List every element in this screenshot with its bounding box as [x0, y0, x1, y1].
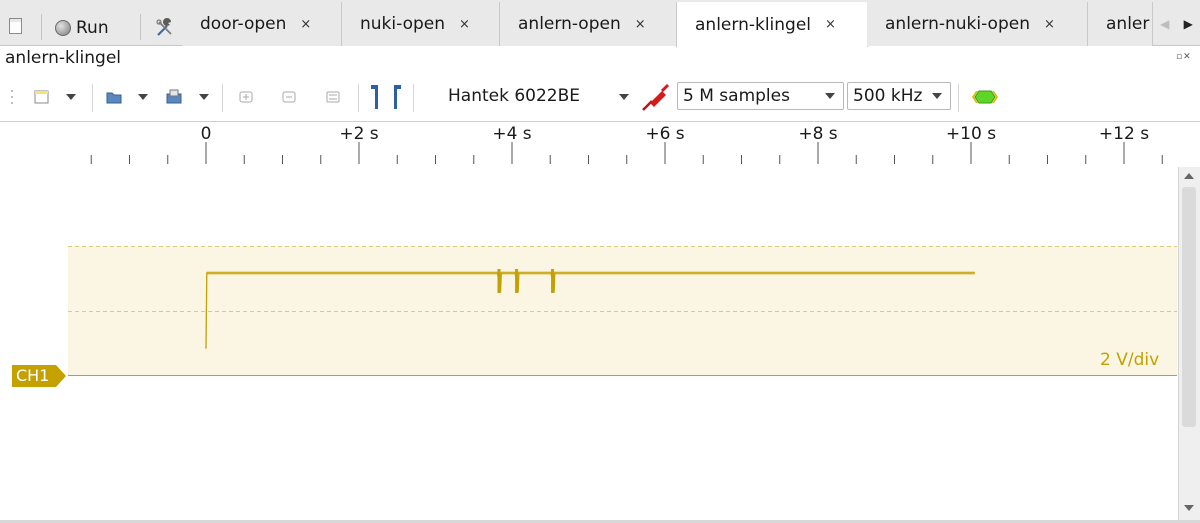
ch1-pulse [497, 269, 501, 293]
waveform-canvas [68, 246, 1177, 376]
ch1-pulse [551, 269, 555, 293]
ch1-waveform [205, 269, 975, 349]
scroll-tabs-right-icon[interactable]: ▶ [1177, 2, 1200, 46]
dock-float-close-icon[interactable]: ▫✕ [1176, 52, 1192, 62]
vertical-scrollbar[interactable] [1178, 167, 1200, 520]
ch1-signal-noise [206, 271, 975, 275]
ch1-trace-line [205, 272, 975, 349]
ch1-label-arrow[interactable] [56, 365, 66, 387]
ch1-pulse [515, 269, 519, 293]
ch1-channel-label[interactable]: CH1 [12, 365, 56, 387]
channel-scale-label: 2 V/div [1100, 350, 1160, 370]
scrollbar-thumb[interactable] [1182, 187, 1196, 427]
scroll-up-icon[interactable] [1184, 173, 1194, 179]
scroll-down-icon[interactable] [1184, 505, 1194, 511]
